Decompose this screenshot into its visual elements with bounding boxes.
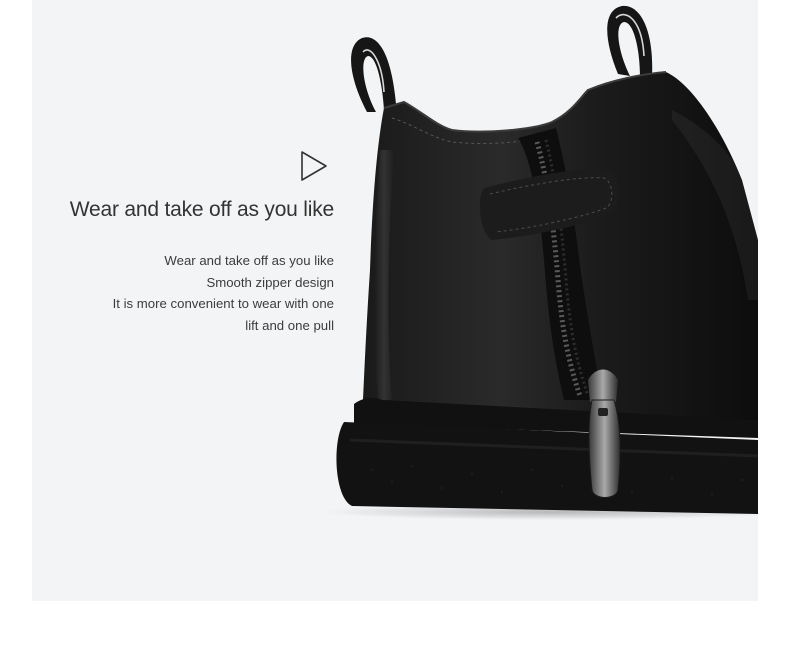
feature-description: Wear and take off as you like Smooth zip… xyxy=(32,250,334,336)
play-triangle-outline-icon[interactable] xyxy=(300,150,328,182)
feature-headline: Wear and take off as you like xyxy=(69,198,334,221)
feature-line: lift and one pull xyxy=(245,317,334,333)
zipper-slider xyxy=(588,369,618,402)
feature-line: Wear and take off as you like xyxy=(164,253,334,268)
feature-line: It is more convenient to wear with one xyxy=(112,296,334,312)
feature-line: Smooth zipper design xyxy=(206,274,334,290)
product-feature-panel: Wear and take off as you like Wear and t… xyxy=(32,0,758,601)
heel-pull-loop xyxy=(351,37,396,112)
